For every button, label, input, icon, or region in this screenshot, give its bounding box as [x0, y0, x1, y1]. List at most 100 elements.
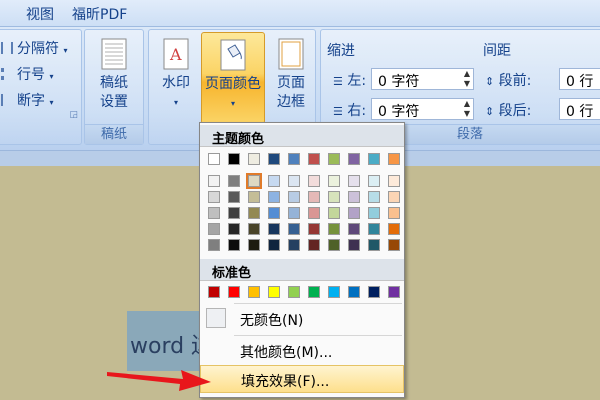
theme-color-swatch[interactable]	[228, 223, 240, 235]
more-colors-item[interactable]: 其他颜色(M)...	[200, 337, 404, 365]
theme-color-swatch[interactable]	[248, 207, 260, 219]
theme-color-swatch[interactable]	[208, 175, 220, 187]
theme-color-swatch[interactable]	[268, 175, 280, 187]
theme-color-swatch[interactable]	[228, 191, 240, 203]
manuscript-settings-button[interactable]: 稿纸 设置	[89, 32, 139, 112]
columns-label: 分隔符	[17, 41, 59, 57]
spacing-after-value: 0 行	[566, 104, 594, 120]
theme-color-swatch[interactable]	[288, 191, 300, 203]
theme-color-swatch[interactable]	[348, 207, 360, 219]
right-indent-spinner[interactable]: 0 字符 ▲ ▼	[371, 98, 474, 120]
tab-foxit-pdf[interactable]: 福昕PDF	[72, 4, 127, 24]
theme-color-swatch[interactable]	[268, 191, 280, 203]
theme-color-swatch[interactable]	[308, 239, 320, 251]
watermark-button[interactable]: A 水印 ▾	[153, 32, 199, 112]
columns-button[interactable]: 分隔符 ▾	[1, 38, 67, 58]
spacing-after-spinner[interactable]: 0 行	[559, 98, 600, 120]
theme-color-swatch[interactable]	[368, 191, 380, 203]
theme-color-swatch[interactable]	[308, 191, 320, 203]
theme-color-swatch[interactable]	[246, 173, 262, 189]
theme-color-swatch[interactable]	[268, 223, 280, 235]
left-indent-spinner[interactable]: 0 字符 ▲ ▼	[371, 68, 474, 90]
theme-color-swatch[interactable]	[208, 153, 220, 165]
theme-color-swatch[interactable]	[328, 239, 340, 251]
separator	[234, 335, 402, 336]
theme-color-swatch[interactable]	[248, 239, 260, 251]
theme-color-swatch[interactable]	[288, 153, 300, 165]
page-border-button[interactable]: 页面 边框	[269, 32, 313, 112]
theme-color-swatch[interactable]	[348, 153, 360, 165]
chevron-down-icon: ▾	[230, 99, 235, 108]
theme-color-swatch[interactable]	[328, 207, 340, 219]
theme-color-swatch[interactable]	[228, 207, 240, 219]
theme-color-swatch[interactable]	[328, 175, 340, 187]
theme-color-swatch[interactable]	[388, 207, 400, 219]
no-color-item[interactable]: 无颜色(N)	[200, 305, 404, 333]
standard-color-swatch[interactable]	[348, 286, 360, 298]
spacing-after-icon: ⇕	[485, 105, 495, 118]
theme-color-swatch[interactable]	[288, 239, 300, 251]
theme-color-swatch[interactable]	[308, 153, 320, 165]
no-color-label: 无颜色(N)	[240, 313, 304, 329]
fill-effects-item[interactable]: 填充效果(F)...	[200, 365, 404, 393]
theme-color-swatch[interactable]	[208, 191, 220, 203]
theme-color-swatch[interactable]	[228, 175, 240, 187]
theme-color-swatch[interactable]	[388, 153, 400, 165]
theme-color-swatch[interactable]	[228, 153, 240, 165]
hyphenation-button[interactable]: 断字 ▾	[1, 90, 53, 110]
page-color-button[interactable]: 页面颜色 ▾	[201, 32, 265, 124]
theme-color-swatch[interactable]	[388, 175, 400, 187]
theme-color-swatch[interactable]	[268, 207, 280, 219]
theme-color-swatch[interactable]	[328, 191, 340, 203]
theme-color-swatch[interactable]	[248, 223, 260, 235]
theme-color-swatch[interactable]	[208, 239, 220, 251]
theme-color-swatch[interactable]	[248, 153, 260, 165]
standard-color-swatch[interactable]	[308, 286, 320, 298]
chevron-down-icon: ▾	[49, 98, 54, 107]
standard-color-swatch[interactable]	[388, 286, 400, 298]
page-color-dropdown: 主题颜色 标准色 无颜色(N) 其他颜色(M)... 填充效果(F)...	[199, 122, 405, 398]
theme-color-swatch[interactable]	[368, 239, 380, 251]
theme-color-swatch[interactable]	[228, 239, 240, 251]
theme-color-swatch[interactable]	[348, 223, 360, 235]
theme-color-swatch[interactable]	[208, 223, 220, 235]
theme-color-swatch[interactable]	[348, 191, 360, 203]
theme-color-swatch[interactable]	[308, 207, 320, 219]
theme-color-swatch[interactable]	[208, 207, 220, 219]
standard-color-swatch[interactable]	[228, 286, 240, 298]
theme-color-swatch[interactable]	[368, 153, 380, 165]
theme-color-swatch[interactable]	[368, 207, 380, 219]
standard-color-swatch[interactable]	[328, 286, 340, 298]
standard-color-swatch[interactable]	[368, 286, 380, 298]
theme-color-swatch[interactable]	[348, 239, 360, 251]
dialog-launcher-icon[interactable]: ◲	[69, 110, 78, 120]
theme-color-swatch[interactable]	[348, 175, 360, 187]
standard-color-swatch[interactable]	[248, 286, 260, 298]
spinner-arrows-icon[interactable]: ▲ ▼	[464, 69, 470, 89]
theme-color-swatch[interactable]	[388, 191, 400, 203]
hyphenation-label: 断字	[17, 93, 45, 109]
theme-color-swatch[interactable]	[368, 175, 380, 187]
theme-color-swatch[interactable]	[388, 239, 400, 251]
theme-color-swatch[interactable]	[328, 153, 340, 165]
theme-color-swatch[interactable]	[308, 175, 320, 187]
theme-color-swatch[interactable]	[368, 223, 380, 235]
theme-color-swatch[interactable]	[328, 223, 340, 235]
line-numbers-button[interactable]: 行号 ▾	[1, 64, 53, 84]
theme-color-swatch[interactable]	[268, 239, 280, 251]
theme-color-swatch[interactable]	[288, 207, 300, 219]
fill-effects-label: 填充效果(F)...	[241, 374, 330, 390]
theme-color-swatch[interactable]	[248, 191, 260, 203]
theme-color-swatch[interactable]	[268, 153, 280, 165]
theme-color-swatch[interactable]	[288, 223, 300, 235]
theme-color-swatch[interactable]	[388, 223, 400, 235]
theme-color-swatch[interactable]	[288, 175, 300, 187]
standard-color-swatch[interactable]	[208, 286, 220, 298]
spinner-arrows-icon[interactable]: ▲ ▼	[464, 99, 470, 119]
standard-color-swatch[interactable]	[288, 286, 300, 298]
theme-color-swatch[interactable]	[308, 223, 320, 235]
standard-color-swatch[interactable]	[268, 286, 280, 298]
tab-view[interactable]: 视图	[26, 4, 54, 24]
spacing-before-spinner[interactable]: 0 行	[559, 68, 600, 90]
left-indent-label: 左:	[347, 73, 367, 89]
